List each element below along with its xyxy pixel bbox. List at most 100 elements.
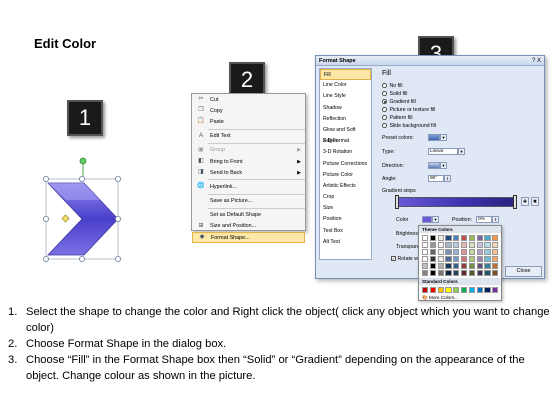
- color-swatch[interactable]: [445, 242, 452, 248]
- color-swatch[interactable]: [445, 235, 452, 241]
- chevron-down-icon[interactable]: ▼: [440, 134, 447, 141]
- color-swatch[interactable]: [437, 270, 444, 276]
- angle-input[interactable]: 90°: [428, 175, 444, 182]
- color-swatch[interactable]: [476, 256, 483, 262]
- color-swatch[interactable]: [492, 256, 499, 262]
- color-swatch[interactable]: [468, 287, 475, 293]
- menu-item-send-to-back[interactable]: ◨ Send to Back ▶: [192, 167, 305, 178]
- color-swatch[interactable]: [453, 263, 460, 269]
- color-swatch[interactable]: [429, 235, 436, 241]
- color-swatch[interactable]: [484, 242, 491, 248]
- color-swatch[interactable]: [468, 263, 475, 269]
- color-swatch[interactable]: [484, 270, 491, 276]
- color-button[interactable]: [422, 216, 432, 223]
- chevron-down-icon[interactable]: ▼: [432, 216, 439, 223]
- sidebar-item-alt-text[interactable]: Alt Text: [320, 237, 371, 248]
- spinner-icon[interactable]: ⇕: [444, 175, 451, 182]
- color-swatch[interactable]: [453, 287, 460, 293]
- color-swatch[interactable]: [468, 235, 475, 241]
- preset-colors-button[interactable]: [428, 134, 440, 141]
- sidebar-item-line-style[interactable]: Line Style: [320, 91, 371, 102]
- color-swatch[interactable]: [461, 256, 468, 262]
- color-swatch[interactable]: [437, 235, 444, 241]
- sidebar-item-3d-rotation[interactable]: 3-D Rotation: [320, 147, 371, 158]
- dialog-close-icon[interactable]: ? X: [532, 56, 541, 66]
- color-swatch[interactable]: [422, 249, 429, 255]
- menu-item-hyperlink[interactable]: 🌐 Hyperlink...: [192, 181, 305, 192]
- color-swatch[interactable]: [422, 235, 429, 241]
- color-swatch[interactable]: [445, 263, 452, 269]
- sidebar-item-size[interactable]: Size: [320, 203, 371, 214]
- close-button[interactable]: Close: [505, 266, 542, 277]
- color-swatch[interactable]: [422, 256, 429, 262]
- color-swatch[interactable]: [422, 287, 429, 293]
- radio-picture-fill[interactable]: Picture or texture fill: [382, 106, 435, 113]
- menu-item-edit-text[interactable]: A Edit Text: [192, 131, 305, 142]
- color-swatch[interactable]: [429, 249, 436, 255]
- color-swatch[interactable]: [461, 249, 468, 255]
- remove-stop-icon[interactable]: ✖: [531, 197, 539, 206]
- sidebar-item-line-color[interactable]: Line Color: [320, 80, 371, 91]
- color-swatch[interactable]: [476, 242, 483, 248]
- color-swatch[interactable]: [422, 242, 429, 248]
- color-swatch[interactable]: [453, 256, 460, 262]
- color-swatch[interactable]: [484, 263, 491, 269]
- color-swatch[interactable]: [461, 242, 468, 248]
- color-swatch[interactable]: [422, 263, 429, 269]
- color-swatch[interactable]: [484, 249, 491, 255]
- sidebar-item-position[interactable]: Position: [320, 214, 371, 225]
- sidebar-item-3d-format[interactable]: 3-D Format: [320, 136, 371, 147]
- menu-item-bring-to-front[interactable]: ◧ Bring to Front ▶: [192, 156, 305, 167]
- sidebar-item-picture-color[interactable]: Picture Color: [320, 170, 371, 181]
- sidebar-item-text-box[interactable]: Text Box: [320, 226, 371, 237]
- color-swatch[interactable]: [468, 256, 475, 262]
- color-swatch[interactable]: [445, 287, 452, 293]
- more-colors-link[interactable]: 🎨 More Colors...: [422, 295, 458, 301]
- color-swatch[interactable]: [453, 235, 460, 241]
- sidebar-item-shadow[interactable]: Shadow: [320, 103, 371, 114]
- menu-item-cut[interactable]: ✂ Cut: [192, 94, 305, 105]
- sidebar-item-glow[interactable]: Glow and Soft Edges: [320, 125, 371, 144]
- menu-item-format-shape[interactable]: ◆ Format Shape...: [192, 232, 305, 244]
- color-swatch[interactable]: [461, 287, 468, 293]
- radio-slide-background-fill[interactable]: Slide background fill: [382, 122, 436, 129]
- color-swatch[interactable]: [445, 270, 452, 276]
- color-swatch[interactable]: [437, 242, 444, 248]
- color-swatch[interactable]: [492, 263, 499, 269]
- color-swatch[interactable]: [453, 270, 460, 276]
- color-swatch[interactable]: [437, 263, 444, 269]
- color-swatch[interactable]: [492, 242, 499, 248]
- color-swatch[interactable]: [429, 287, 436, 293]
- color-swatch[interactable]: [422, 270, 429, 276]
- radio-gradient-fill[interactable]: Gradient fill: [382, 98, 416, 105]
- color-swatch[interactable]: [468, 249, 475, 255]
- radio-solid-fill[interactable]: Solid fill: [382, 90, 407, 97]
- radio-no-fill[interactable]: No fill: [382, 82, 402, 89]
- color-swatch[interactable]: [453, 242, 460, 248]
- sidebar-item-fill[interactable]: Fill: [320, 69, 371, 81]
- menu-item-copy[interactable]: ❐ Copy: [192, 105, 305, 116]
- type-select[interactable]: Linear: [428, 148, 458, 155]
- color-swatch[interactable]: [429, 256, 436, 262]
- color-swatch[interactable]: [476, 249, 483, 255]
- gradient-stop-handle[interactable]: [395, 195, 399, 209]
- color-swatch[interactable]: [484, 287, 491, 293]
- gradient-stop-handle[interactable]: [513, 195, 517, 209]
- color-swatch[interactable]: [492, 270, 499, 276]
- menu-item-set-default-shape[interactable]: Set as Default Shape: [192, 210, 305, 221]
- add-stop-icon[interactable]: ✚: [521, 197, 529, 206]
- spinner-icon[interactable]: ⇕: [492, 216, 499, 223]
- color-swatch[interactable]: [492, 235, 499, 241]
- color-swatch[interactable]: [476, 263, 483, 269]
- direction-button[interactable]: [428, 162, 440, 169]
- color-swatch[interactable]: [445, 256, 452, 262]
- color-swatch[interactable]: [484, 235, 491, 241]
- color-swatch[interactable]: [476, 287, 483, 293]
- color-swatch[interactable]: [445, 249, 452, 255]
- color-swatch[interactable]: [461, 263, 468, 269]
- color-swatch[interactable]: [437, 287, 444, 293]
- menu-item-paste[interactable]: 📋 Paste: [192, 116, 305, 127]
- sidebar-item-reflection[interactable]: Reflection: [320, 114, 371, 125]
- sidebar-item-picture-corrections[interactable]: Picture Corrections: [320, 159, 371, 170]
- color-swatch[interactable]: [453, 249, 460, 255]
